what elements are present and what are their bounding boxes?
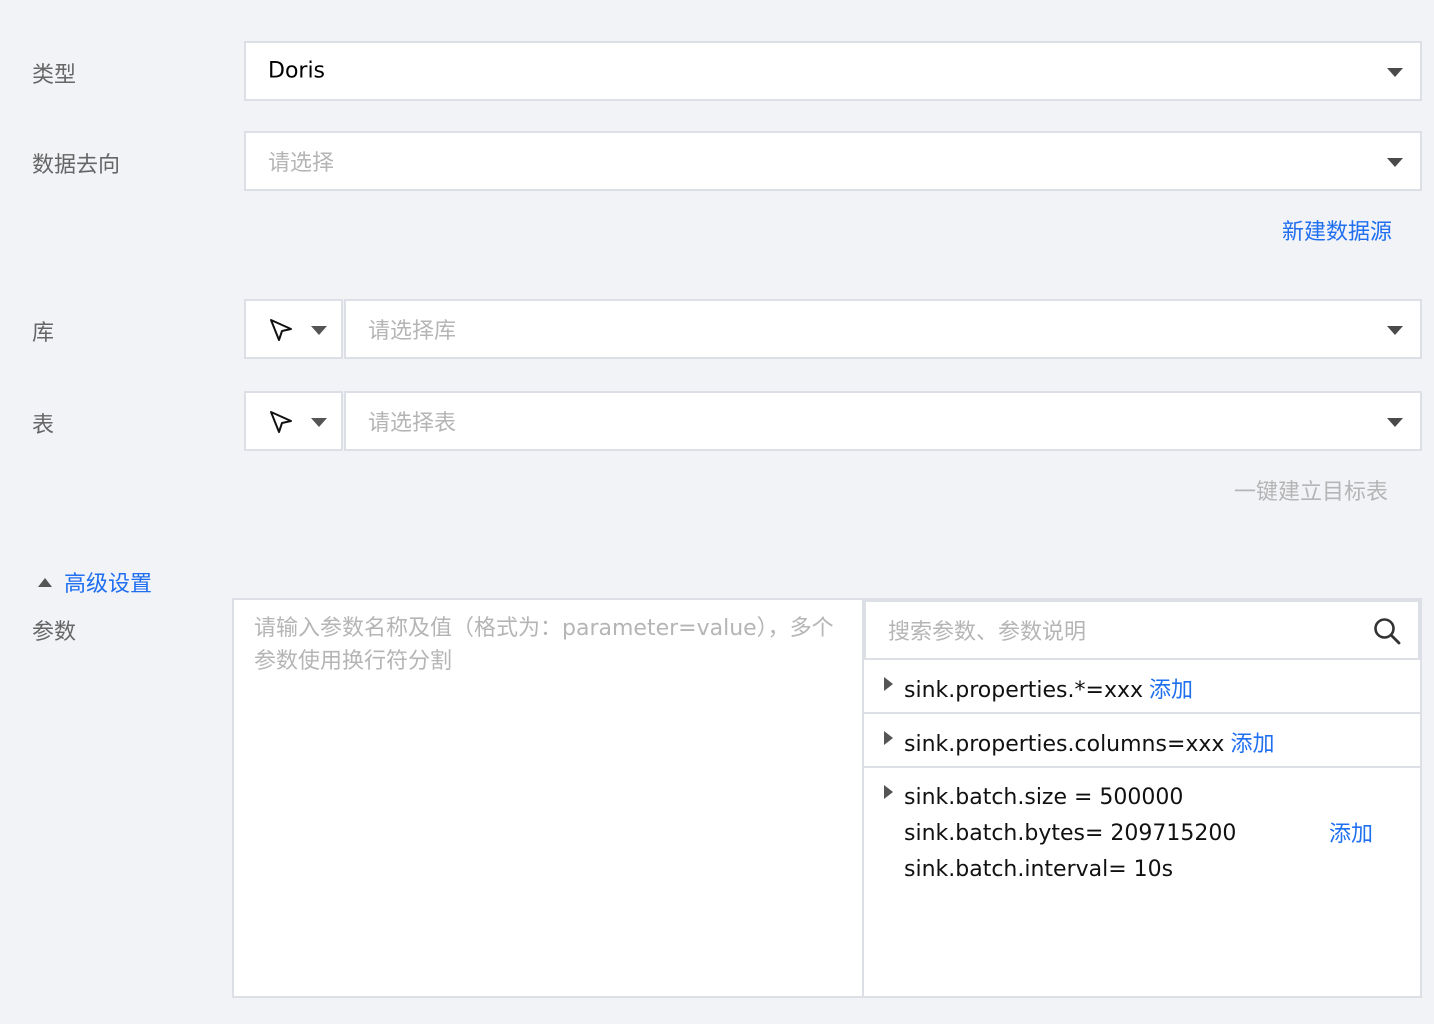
caret-down-icon xyxy=(1387,326,1403,335)
caret-down-icon xyxy=(311,326,327,335)
param-suggestion-line: sink.batch.bytes= 209715200 xyxy=(904,821,1237,846)
params-search-placeholder: 搜索参数、参数说明 xyxy=(888,620,1087,645)
table-label: 表 xyxy=(32,413,55,438)
caret-right-icon[interactable] xyxy=(884,677,893,691)
caret-down-icon xyxy=(311,418,327,427)
add-param-link[interactable]: 添加 xyxy=(1149,678,1193,703)
type-select-value: Doris xyxy=(268,58,326,84)
database-select[interactable]: 请选择库 xyxy=(344,299,1422,359)
destination-select[interactable]: 请选择 xyxy=(244,131,1422,191)
advanced-settings-toggle[interactable]: 高级设置 xyxy=(38,566,152,598)
caret-right-icon[interactable] xyxy=(884,731,893,745)
create-target-table-link[interactable]: 一键建立目标表 xyxy=(1234,474,1388,506)
type-label: 类型 xyxy=(32,63,77,88)
caret-down-icon xyxy=(1387,68,1403,77)
params-textarea[interactable]: 请输入参数名称及值（格式为：parameter=value），多个参数使用换行符… xyxy=(232,598,864,998)
table-select[interactable]: 请选择表 xyxy=(344,391,1422,451)
param-suggestion-item[interactable]: sink.batch.size = 500000 sink.batch.byte… xyxy=(864,768,1420,996)
destination-select-placeholder: 请选择 xyxy=(268,151,335,176)
cursor-pointer-icon xyxy=(270,411,292,433)
params-textarea-placeholder: 请输入参数名称及值（格式为：parameter=value），多个参数使用换行符… xyxy=(254,616,834,674)
param-suggestion-line: sink.batch.interval= 10s xyxy=(904,857,1174,882)
database-select-placeholder: 请选择库 xyxy=(368,319,457,344)
add-param-link[interactable]: 添加 xyxy=(1230,732,1274,757)
new-datasource-link[interactable]: 新建数据源 xyxy=(1282,214,1392,246)
add-param-link[interactable]: 添加 xyxy=(1329,816,1373,848)
param-suggestion-item[interactable]: sink.properties.*=xxx 添加 xyxy=(864,660,1420,714)
advanced-settings-label: 高级设置 xyxy=(64,572,153,597)
caret-right-icon[interactable] xyxy=(884,785,893,799)
param-suggestion-item[interactable]: sink.properties.columns=xxx 添加 xyxy=(864,714,1420,768)
destination-label: 数据去向 xyxy=(32,153,121,178)
database-label: 库 xyxy=(32,321,55,346)
param-suggestion-text-block: sink.batch.size = 500000 sink.batch.byte… xyxy=(904,780,1236,888)
caret-down-icon xyxy=(1387,158,1403,167)
search-icon[interactable] xyxy=(1372,616,1402,646)
param-suggestion-text: sink.properties.*=xxx xyxy=(904,678,1144,703)
cursor-pointer-icon xyxy=(270,319,292,341)
param-suggestion-text: sink.properties.columns=xxx xyxy=(904,732,1225,757)
database-mode-selector[interactable] xyxy=(244,299,343,359)
type-select[interactable]: Doris xyxy=(244,41,1422,101)
params-label: 参数 xyxy=(32,620,77,645)
params-search-input[interactable]: 搜索参数、参数说明 xyxy=(864,600,1420,660)
table-mode-selector[interactable] xyxy=(244,391,343,451)
caret-down-icon xyxy=(1387,418,1403,427)
table-select-placeholder: 请选择表 xyxy=(368,411,457,436)
param-suggestion-line: sink.batch.size = 500000 xyxy=(904,785,1184,810)
caret-up-icon xyxy=(38,577,52,587)
